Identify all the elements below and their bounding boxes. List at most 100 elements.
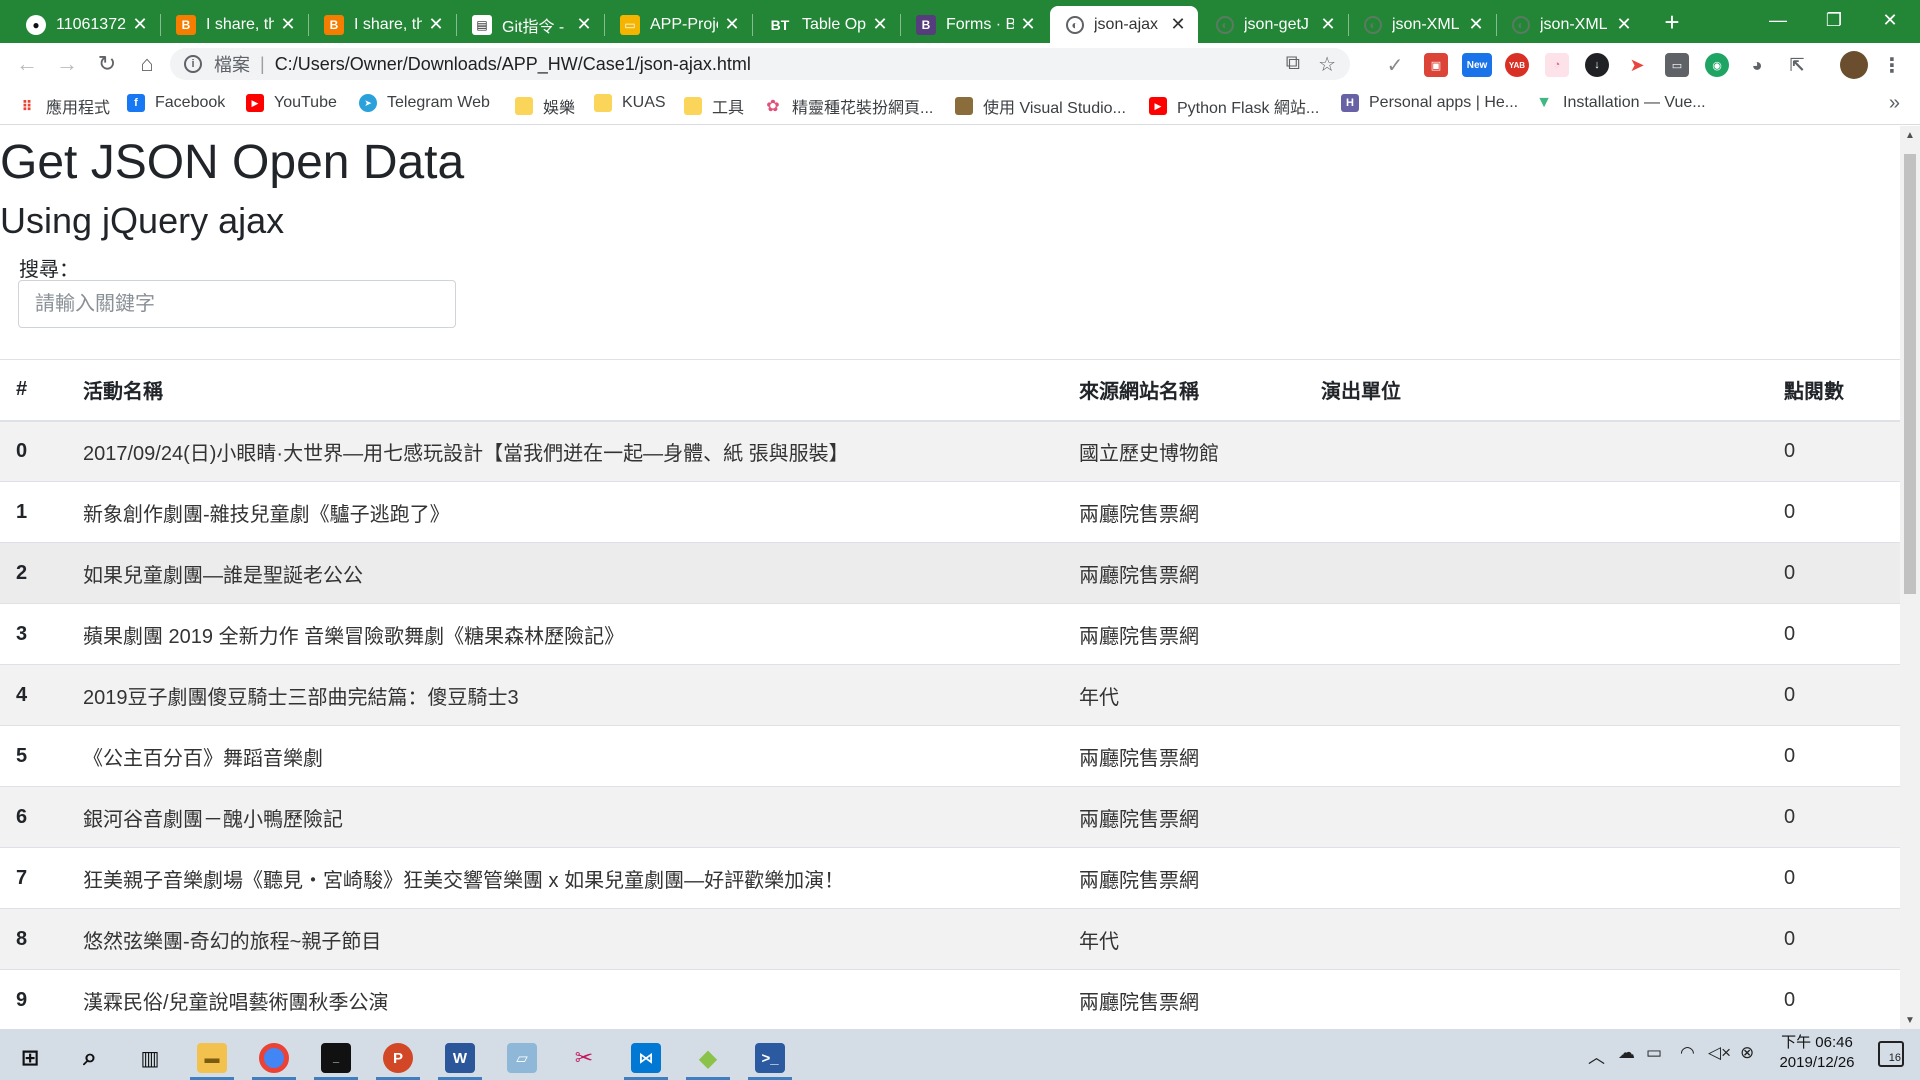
word-icon[interactable]: W — [434, 1036, 486, 1080]
table-row[interactable]: 3 蘋果劇團 2019 全新力作 音樂冒險歌舞劇《糖果森林歷險記》 兩廳院售票網 0 — [0, 603, 1900, 665]
bookmark-folder-entertainment[interactable]: 娛樂 — [515, 94, 575, 118]
avatar[interactable] — [1840, 51, 1868, 79]
tab-blogger-2[interactable]: B I share, th ✕ — [308, 6, 456, 43]
powerpoint-icon[interactable]: P — [372, 1036, 424, 1080]
close-icon[interactable]: ✕ — [1020, 14, 1036, 35]
restore-button[interactable]: ❐ — [1806, 0, 1862, 40]
search-input[interactable] — [18, 280, 456, 328]
system-clock[interactable]: 下午 06:46 2019/12/26 — [1762, 1033, 1872, 1073]
tab-json-xml-2[interactable]: ◐ json-XML ✕ — [1496, 6, 1644, 43]
chat-extension-icon[interactable]: ▭ — [1665, 53, 1689, 77]
bookmark-apps[interactable]: ⠿ 應用程式 — [18, 94, 110, 118]
table-row[interactable]: 2 如果兒童劇團—誰是聖誕老公公 兩廳院售票網 0 — [0, 542, 1900, 604]
close-icon[interactable]: ✕ — [872, 14, 888, 35]
tab-app-project[interactable]: ▭ APP-Proje ✕ — [604, 6, 752, 43]
tab-json-xml-1[interactable]: ◐ json-XML ✕ — [1348, 6, 1496, 43]
close-icon[interactable]: ✕ — [1468, 14, 1484, 35]
close-icon[interactable]: ✕ — [1616, 14, 1632, 35]
table-row[interactable]: 0 2017/09/24(日)小眼睛·大世界—用七感玩設計【當我們迸在一起—身體、… — [0, 420, 1900, 482]
info-icon[interactable]: i — [184, 55, 202, 73]
ime-icon[interactable]: ⊗ — [1740, 1043, 1754, 1063]
new-extension-icon[interactable]: New — [1462, 53, 1492, 77]
scrollbar-thumb[interactable] — [1904, 154, 1916, 594]
windows-start-icon[interactable]: ⊞ — [4, 1036, 56, 1080]
yab-extension-icon[interactable]: YAB — [1505, 53, 1529, 77]
table-row[interactable]: 5 《公主百分百》舞蹈音樂劇 兩廳院售票網 0 — [0, 725, 1900, 787]
close-icon[interactable]: ✕ — [1320, 14, 1336, 35]
close-icon[interactable]: ✕ — [428, 14, 444, 35]
scroll-down-arrow-icon[interactable]: ▼ — [1900, 1013, 1920, 1027]
column-header-performer[interactable]: 演出單位 — [1305, 359, 1768, 422]
chrome-icon[interactable] — [248, 1036, 300, 1080]
close-window-button[interactable]: ✕ — [1862, 0, 1918, 40]
checkmark-extension-icon[interactable]: ✓ — [1383, 53, 1407, 77]
column-header-index[interactable]: # — [0, 359, 67, 422]
powershell-icon[interactable]: >_ — [744, 1036, 796, 1080]
tab-git[interactable]: ▤ Git指令 - I ✕ — [456, 6, 604, 43]
table-row[interactable]: 8 悠然弦樂團-奇幻的旅程~親子節目 年代 0 — [0, 908, 1900, 970]
back-button[interactable]: ← — [14, 51, 40, 77]
table-row[interactable]: 4 2019豆子劇團傻豆騎士三部曲完結篇：傻豆騎士3 年代 0 — [0, 664, 1900, 726]
volume-muted-icon[interactable]: ◁× — [1708, 1043, 1731, 1063]
menu-kebab-icon[interactable]: ⋮ — [1880, 53, 1904, 77]
tab-forms-bootstrap[interactable]: B Forms · Bo ✕ — [900, 6, 1048, 43]
bookmark-heroku[interactable]: H Personal apps | He... — [1341, 94, 1518, 112]
notification-center-icon[interactable]: 16 — [1878, 1041, 1904, 1067]
tab-json-ajax[interactable]: ◐ json-ajax ✕ — [1050, 6, 1198, 43]
close-icon[interactable]: ✕ — [280, 14, 296, 35]
battery-icon[interactable]: ▭ — [1646, 1043, 1662, 1063]
close-icon[interactable]: ✕ — [576, 14, 592, 35]
snipping-icon[interactable]: ✂ — [558, 1036, 610, 1080]
table-row[interactable]: 7 狂美親子音樂劇場《聽見・宮崎駿》狂美交響管樂團 x 如果兒童劇團—好評歡樂加演… — [0, 847, 1900, 909]
download-extension-icon[interactable]: ↓ — [1585, 53, 1609, 77]
bookmark-facebook[interactable]: f Facebook — [127, 94, 225, 112]
file-explorer-icon[interactable]: ▬ — [186, 1036, 238, 1080]
bookmark-vue[interactable]: ▼ Installation — Vue... — [1535, 94, 1706, 112]
cat-extension-icon[interactable]: ◔ — [1545, 53, 1569, 77]
tab-table-options[interactable]: BT Table Opt ✕ — [752, 6, 900, 43]
palette-extension-icon[interactable]: ◕ — [1745, 53, 1769, 77]
bookmark-telegram[interactable]: ➤ Telegram Web — [359, 94, 490, 112]
vertical-scrollbar[interactable]: ▲ ▼ — [1900, 126, 1920, 1029]
scroll-up-arrow-icon[interactable]: ▲ — [1900, 128, 1920, 142]
bookmark-visual-studio[interactable]: 使用 Visual Studio... — [955, 94, 1126, 118]
task-view-icon[interactable]: ▥ — [124, 1036, 176, 1080]
bookmarks-overflow-icon[interactable]: » — [1889, 92, 1900, 115]
bookmark-folder-tools[interactable]: 工具 — [684, 94, 744, 118]
tab-json-getjson[interactable]: ◐ json-getJ ✕ — [1200, 6, 1348, 43]
bookmark-folder-kuas[interactable]: KUAS — [594, 94, 666, 112]
bookmark-flower[interactable]: ✿ 精靈種花裝扮網頁... — [764, 94, 933, 118]
forward-button[interactable]: → — [54, 51, 80, 77]
vscode-icon[interactable]: ⋈ — [620, 1036, 672, 1080]
close-icon[interactable]: ✕ — [724, 14, 740, 35]
new-tab-button[interactable]: + — [1656, 6, 1688, 38]
globe-extension-icon[interactable]: ◉ — [1705, 53, 1729, 77]
table-row[interactable]: 6 銀河谷音劇團－醜小鴨歷險記 兩廳院售票網 0 — [0, 786, 1900, 848]
table-row[interactable]: 1 新象創作劇團-雜技兒童劇《驢子逃跑了》 兩廳院售票網 0 — [0, 481, 1900, 543]
notepad-icon[interactable]: ▱ — [496, 1036, 548, 1080]
column-header-source-site[interactable]: 來源網站名稱 — [1063, 359, 1305, 422]
onedrive-icon[interactable]: ☁ — [1618, 1043, 1635, 1063]
git-gui-icon[interactable]: ◆ — [682, 1036, 734, 1080]
bookmark-python-flask[interactable]: ▶ Python Flask 網站... — [1149, 94, 1319, 118]
close-icon[interactable]: ✕ — [1170, 14, 1186, 35]
table-row[interactable]: 9 漢霖民俗/兒童說唱藝術團秋季公演 兩廳院售票網 0 — [0, 969, 1900, 1029]
wifi-icon[interactable]: ◠ — [1680, 1043, 1695, 1063]
arrow-extension-icon[interactable]: ➤ — [1625, 53, 1649, 77]
address-bar[interactable]: i 檔案 | C:/Users/Owner/Downloads/APP_HW/C… — [170, 48, 1350, 80]
bookmark-star-icon[interactable]: ☆ — [1318, 52, 1336, 77]
bookmark-youtube[interactable]: ▶ YouTube — [246, 94, 337, 112]
google-extension-icon[interactable]: ▣ — [1424, 53, 1448, 77]
chevron-up-icon[interactable]: ︿ — [1588, 1043, 1605, 1068]
tab-blogger-1[interactable]: B I share, th ✕ — [160, 6, 308, 43]
home-button[interactable]: ⌂ — [134, 51, 160, 77]
minimize-button[interactable]: — — [1750, 0, 1806, 40]
close-icon[interactable]: ✕ — [132, 14, 148, 35]
terminal-icon[interactable]: _ — [310, 1036, 362, 1080]
reload-button[interactable]: ↻ — [94, 51, 120, 77]
search-icon[interactable]: ⌕ — [64, 1036, 116, 1080]
open-external-icon[interactable]: ⇱ — [1785, 53, 1809, 77]
translate-icon[interactable]: ⧉ — [1286, 52, 1300, 77]
tab-github[interactable]: ● 11061372 ✕ — [10, 6, 160, 43]
column-header-event-name[interactable]: 活動名稱 — [67, 359, 1063, 422]
